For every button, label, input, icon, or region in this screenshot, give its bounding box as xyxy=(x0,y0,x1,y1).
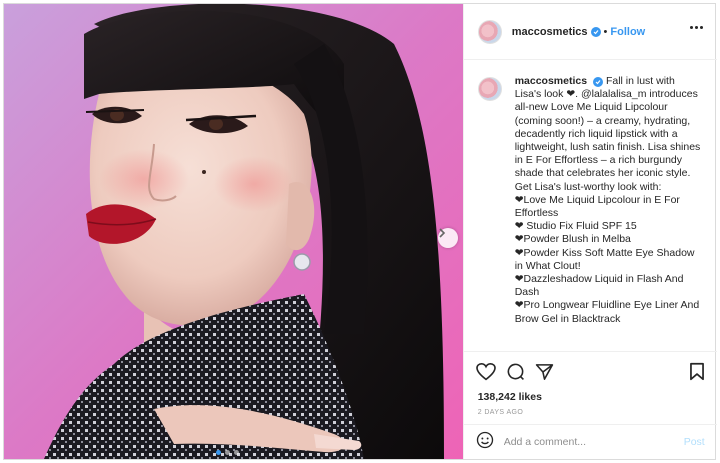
caption-line: ❤Powder Kiss Soft Matte Eye Shadow in Wh… xyxy=(514,246,695,272)
comment-icon[interactable] xyxy=(506,362,525,381)
verified-badge-icon xyxy=(593,77,604,87)
bookmark-icon[interactable] xyxy=(689,362,705,386)
more-dots-icon[interactable] xyxy=(689,26,703,29)
like-count[interactable]: 138,242 likes xyxy=(478,391,542,403)
caption-first-line: maccosmetics Fall in lust with Lisa's lo… xyxy=(515,75,703,194)
post-sidebar: maccosmetics • Follow maccosmetics Fall … xyxy=(462,4,717,459)
comment-bar: Post xyxy=(463,424,717,459)
post-age[interactable]: 2 DAYS AGO xyxy=(478,409,524,416)
username-link[interactable]: maccosmetics xyxy=(512,26,588,38)
caption-avatar[interactable] xyxy=(477,77,502,101)
action-bar xyxy=(463,351,717,391)
avatar[interactable] xyxy=(477,19,502,44)
next-image-button[interactable] xyxy=(438,228,458,248)
caption-line: ❤ Studio Fix Fluid SPF 15 xyxy=(514,220,637,233)
caption-line: ❤Pro Longwear Fluidline Eye Liner And Br… xyxy=(514,299,700,325)
carousel-dot xyxy=(234,450,239,455)
caption-line: ❤Love Me Liquid Lipcolour in E For Effor… xyxy=(514,193,680,220)
caption-line: ❤Dazzleshadow Liquid in Flash And Dash xyxy=(514,273,684,299)
instagram-post: maccosmetics • Follow maccosmetics Fall … xyxy=(3,3,717,460)
caption-line: Fall in lust with Lisa's look ❤. @lalala… xyxy=(514,75,701,193)
carousel-dots xyxy=(216,450,239,455)
post-comment-button[interactable]: Post xyxy=(684,436,705,448)
carousel-dot xyxy=(225,450,230,455)
comment-input[interactable] xyxy=(503,436,674,448)
caption-text: maccosmetics Fall in lust with Lisa's lo… xyxy=(515,75,703,351)
caption-line: ❤Powder Blush in Melba xyxy=(514,233,631,246)
portrait-illustration xyxy=(4,4,463,459)
caption-block: maccosmetics Fall in lust with Lisa's lo… xyxy=(464,61,717,351)
follow-button[interactable]: Follow xyxy=(610,26,645,38)
carousel-dot-active xyxy=(216,450,221,455)
chevron-right-icon xyxy=(439,228,446,238)
caption-username[interactable]: maccosmetics xyxy=(515,75,587,87)
separator-dot: • xyxy=(603,25,608,38)
post-header: maccosmetics • Follow xyxy=(463,4,717,60)
heart-icon[interactable] xyxy=(475,362,496,381)
post-image[interactable] xyxy=(4,4,463,459)
verified-badge-icon xyxy=(590,26,601,37)
share-icon[interactable] xyxy=(535,363,554,381)
smiley-icon[interactable] xyxy=(476,431,494,454)
